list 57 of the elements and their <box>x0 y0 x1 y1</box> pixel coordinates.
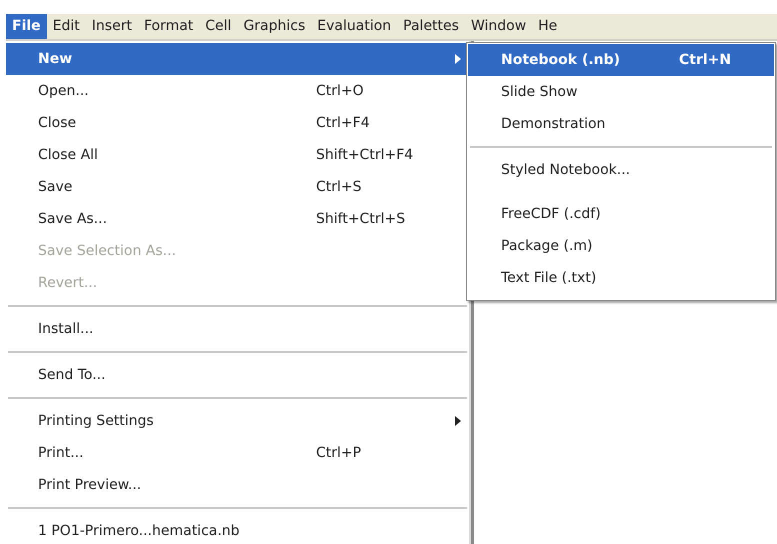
menu-item-label: Close <box>38 114 76 132</box>
menu-item[interactable]: Close All Shift+Ctrl+F4 <box>6 139 469 171</box>
shortcut-label: Ctrl+S <box>316 178 362 196</box>
menu-item-label: Save As... <box>38 210 108 228</box>
menu-item-label: Print... <box>38 444 84 462</box>
menu-item[interactable]: New <box>6 43 469 75</box>
menu-item[interactable]: Demonstration <box>468 108 774 140</box>
shortcut-label: Ctrl+O <box>316 82 364 100</box>
menu-item[interactable]: Save Ctrl+S <box>6 171 469 203</box>
menu-bar-item[interactable]: Graphics <box>237 14 312 39</box>
shortcut-label: Ctrl+N <box>679 50 732 70</box>
menu-item[interactable]: Install... <box>6 313 469 345</box>
menu-item-label: 1 PO1-Primero...hematica.nb <box>38 522 240 540</box>
menu-item[interactable]: FreeCDF (.cdf) <box>468 198 774 230</box>
menu-bar-item[interactable]: File <box>6 14 47 39</box>
menu-item-label: Slide Show <box>501 82 578 102</box>
menu-item-label: Save <box>38 178 72 196</box>
menu-item-label: Revert... <box>38 274 98 292</box>
menu-item-label: Styled Notebook... <box>501 160 630 180</box>
menu-item-label: FreeCDF (.cdf) <box>501 204 601 224</box>
menu-item-label: New <box>38 50 72 68</box>
menu-item[interactable]: Close Ctrl+F4 <box>6 107 469 139</box>
menu-item-label: Package (.m) <box>501 236 592 256</box>
menu-item-label: Open... <box>38 82 89 100</box>
menu-item[interactable]: Notebook (.nb) Ctrl+N <box>468 44 774 76</box>
menu-bar-item[interactable]: Insert <box>86 14 138 39</box>
menu-item-label: Send To... <box>38 366 106 384</box>
menu-item[interactable]: Save As... Shift+Ctrl+S <box>6 203 469 235</box>
menu-item-label: Text File (.txt) <box>501 268 596 288</box>
menu-bar-item[interactable]: Window <box>464 14 532 39</box>
menu-item[interactable]: Print Preview... <box>6 469 469 501</box>
shortcut-label: Ctrl+F4 <box>316 114 370 132</box>
shortcut-label: Shift+Ctrl+F4 <box>316 146 414 164</box>
menu-item[interactable]: Printing Settings <box>6 405 469 437</box>
menu-item-label: Notebook (.nb) <box>501 50 620 70</box>
menu-item[interactable]: Send To... <box>6 359 469 391</box>
menu-item-label: Install... <box>38 320 94 338</box>
menu-item-label: Save Selection As... <box>38 242 176 260</box>
menu-bar-item[interactable]: Cell <box>199 14 238 39</box>
menu-item-label: Print Preview... <box>38 476 142 494</box>
shortcut-label: Shift+Ctrl+S <box>316 210 406 228</box>
menu-bar-item[interactable]: Palettes <box>397 14 465 39</box>
menu-item[interactable]: 1 PO1-Primero...hematica.nb <box>6 515 469 544</box>
menu-bar-item[interactable]: He <box>532 14 564 39</box>
menu-bar-item[interactable]: Edit <box>46 14 86 39</box>
menu-item[interactable]: Print... Ctrl+P <box>6 437 469 469</box>
menu-item-label: Printing Settings <box>38 412 154 430</box>
menu-item[interactable]: Styled Notebook... <box>468 154 774 186</box>
shortcut-label: Ctrl+P <box>316 444 362 462</box>
menu-item[interactable]: Slide Show <box>468 76 774 108</box>
menu-item-label: Demonstration <box>501 114 606 134</box>
menu-bar-item[interactable]: Evaluation <box>311 14 398 39</box>
menu-item[interactable]: Package (.m) <box>468 230 774 262</box>
menu-bar-item[interactable]: Format <box>138 14 200 39</box>
menu-item-label: Close All <box>38 146 98 164</box>
menu-item[interactable]: Open... Ctrl+O <box>6 75 469 107</box>
menu-item[interactable]: Text File (.txt) <box>468 262 774 294</box>
